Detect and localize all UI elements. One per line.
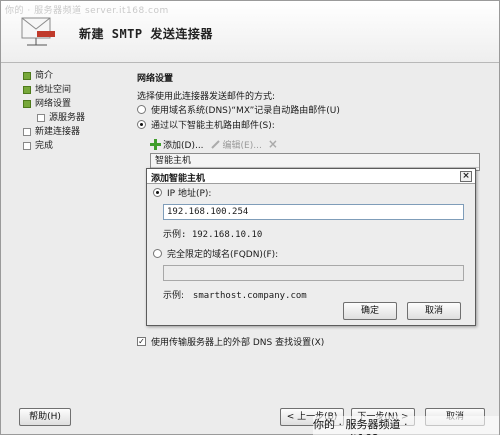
option-ip-address[interactable]: IP 地址(P): xyxy=(153,186,212,199)
option-smarthost[interactable]: 通过以下智能主机路由邮件(S): xyxy=(137,117,275,131)
wizard-steps: 简介 地址空间 网络设置 源服务器 新建连接器 完成 xyxy=(21,69,121,153)
external-dns-checkbox[interactable]: ✓ xyxy=(137,337,146,346)
smarthost-toolbar: 添加(D)... 编辑(E)... × xyxy=(150,136,278,152)
step-intro: 简介 xyxy=(21,69,121,83)
option-dns-mx[interactable]: 使用域名系统(DNS)“MX”记录自动路由邮件(U) xyxy=(137,102,340,116)
pencil-icon xyxy=(210,139,220,149)
add-smarthost-dialog: 添加智能主机 × IP 地址(P): 192.168.100.254 示例: 1… xyxy=(146,168,476,326)
option-dns-label: 使用域名系统(DNS)“MX”记录自动路由邮件(U) xyxy=(151,105,340,116)
radio-fqdn[interactable] xyxy=(153,248,162,258)
step-pending-icon xyxy=(23,128,31,136)
step-new-connector: 新建连接器 xyxy=(21,125,121,139)
routing-prompt: 选择使用此连接器发送邮件的方式: xyxy=(137,92,276,102)
step-label: 简介 xyxy=(35,71,54,81)
list-column-header[interactable]: 智能主机 xyxy=(151,154,479,168)
step-done-icon xyxy=(23,86,31,94)
ip-example: 示例: 192.168.10.10 xyxy=(163,230,263,240)
step-pending-icon xyxy=(37,114,45,122)
radio-ip[interactable] xyxy=(153,187,162,197)
ip-label: IP 地址(P): xyxy=(167,188,212,199)
help-button[interactable]: 帮助(H) xyxy=(19,408,71,426)
step-done-icon xyxy=(23,72,31,80)
edit-label: 编辑(E)... xyxy=(222,140,262,151)
dialog-title-bar: 添加智能主机 × xyxy=(147,169,475,184)
step-network-settings: 网络设置 xyxy=(21,97,121,111)
page-title: 新建 SMTP 发送连接器 xyxy=(79,27,213,41)
external-dns-label: 使用传输服务器上的外部 DNS 查找设置(X) xyxy=(151,338,325,348)
wizard-header: 你的 · 服务器频道 server.it168.com 新建 SMTP 发送连接… xyxy=(1,1,499,63)
fqdn-label: 完全限定的域名(FQDN)(F): xyxy=(167,249,279,260)
dialog-title: 添加智能主机 xyxy=(151,174,206,184)
section-title: 网络设置 xyxy=(137,74,174,84)
add-label: 添加(D)... xyxy=(163,140,204,151)
add-button[interactable]: 添加(D)... xyxy=(150,138,204,151)
radio-dns[interactable] xyxy=(137,104,146,114)
watermark-bottom: 你的 · 服务器频道 · server.it168.com xyxy=(313,416,499,435)
dialog-cancel-button[interactable]: 取消 xyxy=(407,302,461,320)
remove-icon[interactable]: × xyxy=(268,137,278,151)
close-icon[interactable]: × xyxy=(460,171,472,182)
option-smarthost-label: 通过以下智能主机路由邮件(S): xyxy=(151,120,275,131)
step-source-server: 源服务器 xyxy=(21,111,121,125)
smtp-send-connector-wizard: 你的 · 服务器频道 server.it168.com 新建 SMTP 发送连接… xyxy=(0,0,500,435)
step-label: 新建连接器 xyxy=(35,127,81,137)
external-dns-option[interactable]: ✓ 使用传输服务器上的外部 DNS 查找设置(X) xyxy=(137,335,324,348)
step-complete: 完成 xyxy=(21,139,121,153)
step-label: 源服务器 xyxy=(49,113,86,123)
step-label: 地址空间 xyxy=(35,85,72,95)
step-address-space: 地址空间 xyxy=(21,83,121,97)
option-fqdn[interactable]: 完全限定的域名(FQDN)(F): xyxy=(153,247,279,260)
step-pending-icon xyxy=(23,142,31,150)
plus-icon xyxy=(150,138,161,150)
smtp-connector-icon xyxy=(21,17,55,46)
dialog-ok-button[interactable]: 确定 xyxy=(343,302,397,320)
fqdn-example: 示例: smarthost.company.com xyxy=(163,291,307,301)
step-current-icon xyxy=(23,100,31,108)
ip-address-input[interactable]: 192.168.100.254 xyxy=(163,204,464,220)
radio-smarthost[interactable] xyxy=(137,119,146,129)
edit-button[interactable]: 编辑(E)... xyxy=(210,138,262,151)
fqdn-input[interactable] xyxy=(163,265,464,281)
step-label: 网络设置 xyxy=(35,99,72,109)
step-label: 完成 xyxy=(35,141,54,151)
